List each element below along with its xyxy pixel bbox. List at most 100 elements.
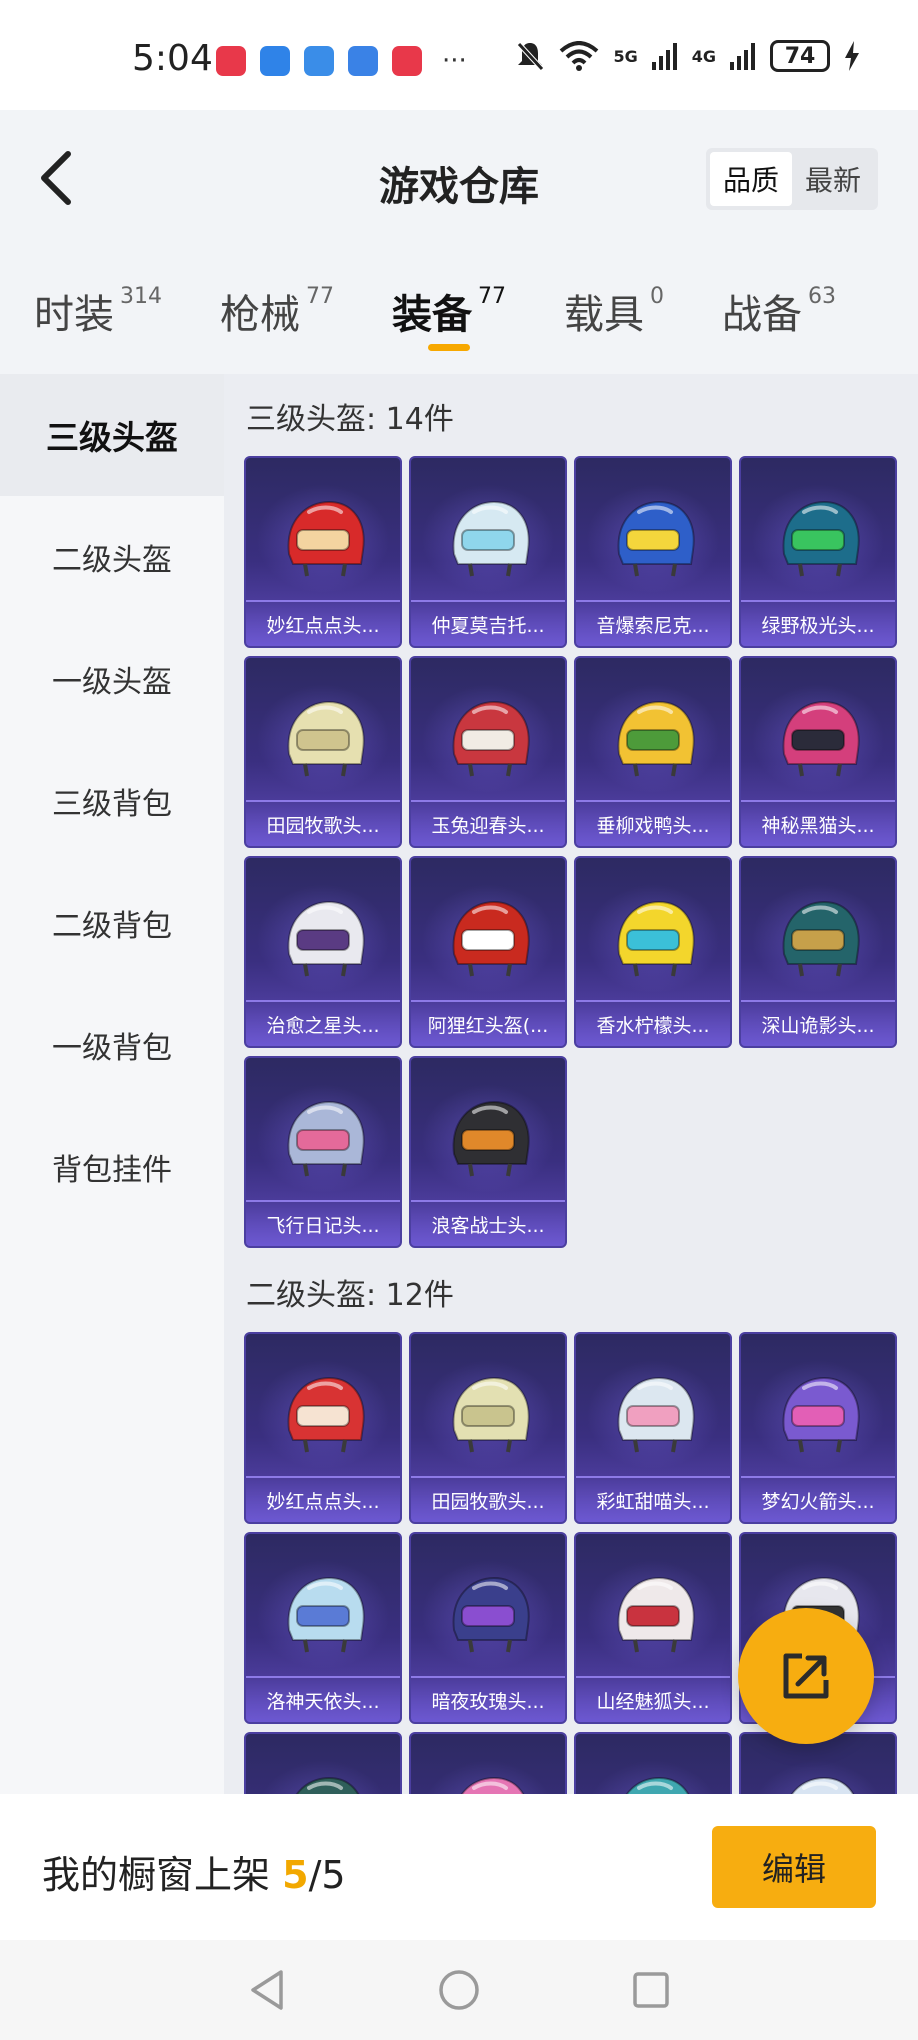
sort-option-quality[interactable]: 品质: [710, 152, 792, 206]
helmet-icon: [287, 700, 365, 777]
helmet-item-card[interactable]: 飞行日记头...: [244, 1056, 402, 1248]
signal-icon: [730, 43, 755, 70]
item-name: 绿野极光头...: [741, 600, 895, 646]
tab-vehicles[interactable]: 载具 0: [564, 258, 664, 340]
helmet-icon: [452, 700, 530, 777]
item-name: 妙红点点头...: [246, 1476, 400, 1522]
item-name: 仲夏莫吉托...: [411, 600, 565, 646]
helmet-item-card[interactable]: [244, 1732, 402, 1794]
charging-icon: [845, 41, 859, 71]
active-tab-indicator: [428, 344, 470, 351]
browser-app-icon: [348, 46, 378, 76]
item-name: 音爆索尼克...: [576, 600, 730, 646]
item-name: 妙红点点头...: [246, 600, 400, 646]
item-grid-area: 三级头盔: 14件 二级头盔: 12件 妙红点点头... 仲夏莫吉托... 音爆索尼…: [224, 374, 918, 1794]
helmet-item-card[interactable]: 田园牧歌头...: [244, 656, 402, 848]
item-name: 治愈之星头...: [246, 1000, 400, 1046]
huawei-app-icon: [216, 46, 246, 76]
sidebar-item-level2-helmet[interactable]: 二级头盔: [0, 496, 224, 618]
helmet-item-card[interactable]: 治愈之星头...: [244, 856, 402, 1048]
item-name: 阿狸红头盔(...: [411, 1000, 565, 1046]
sort-option-newest[interactable]: 最新: [792, 152, 874, 206]
helmet-item-card[interactable]: 彩虹甜喵头...: [574, 1332, 732, 1524]
item-name: 神秘黑猫头...: [741, 800, 895, 846]
helmet-item-card[interactable]: 垂柳戏鸭头...: [574, 656, 732, 848]
showcase-separator: /: [308, 1853, 322, 1897]
helmet-item-card[interactable]: 田园牧歌头...: [409, 1332, 567, 1524]
share-fab-button[interactable]: [738, 1608, 874, 1744]
helmet-item-card[interactable]: 香水柠檬头...: [574, 856, 732, 1048]
helmet-icon: [790, 1776, 855, 1794]
item-name: 洛神天依头...: [246, 1676, 400, 1722]
helmet-item-card[interactable]: 深山诡影头...: [739, 856, 897, 1048]
sidebar-item-level3-helmet[interactable]: 三级头盔: [0, 374, 224, 496]
status-app-icons: ···: [216, 46, 467, 76]
helmet-item-card[interactable]: 神秘黑猫头...: [739, 656, 897, 848]
battery-indicator: 74: [770, 40, 830, 72]
helmet-item-card[interactable]: 妙红点点头...: [244, 1332, 402, 1524]
helmet-item-card[interactable]: [574, 1732, 732, 1794]
tab-supplies[interactable]: 战备 63: [722, 258, 836, 340]
subcategory-sidebar: 三级头盔 二级头盔 一级头盔 三级背包 二级背包 一级背包 背包挂件: [0, 374, 224, 1794]
helmet-item-card[interactable]: 阿狸红头盔(...: [409, 856, 567, 1048]
tab-label: 枪械: [220, 292, 300, 338]
item-name: 山经魅狐头...: [576, 1676, 730, 1722]
sidebar-item-level1-backpack[interactable]: 一级背包: [0, 984, 224, 1106]
showcase-bar: 我的橱窗上架 5/5 编辑: [0, 1794, 918, 1940]
tab-label: 载具: [564, 292, 644, 338]
showcase-status: 我的橱窗上架 5/5: [42, 1844, 346, 1899]
helmet-item-card[interactable]: 玉兔迎春头...: [409, 656, 567, 848]
helmet-item-card[interactable]: [409, 1732, 567, 1794]
helmet-icon: [287, 900, 365, 977]
helmet-icon: [617, 1576, 695, 1653]
sort-toggle: 品质 最新: [706, 148, 878, 210]
helmet-item-card[interactable]: 暗夜玫瑰头...: [409, 1532, 567, 1724]
tab-label: 时装: [34, 292, 114, 338]
system-nav-bar: [0, 1940, 918, 2040]
page-header: 游戏仓库 品质 最新: [0, 110, 918, 250]
section-title: 二级头盔: 12件: [246, 1278, 454, 1313]
helmet-icon: [617, 700, 695, 777]
tab-equipment[interactable]: 装备 77: [392, 258, 506, 351]
item-name: 香水柠檬头...: [576, 1000, 730, 1046]
tab-fashion[interactable]: 时装 314: [34, 258, 162, 340]
sidebar-item-backpack-charm[interactable]: 背包挂件: [0, 1106, 224, 1228]
helmet-icon: [295, 1776, 360, 1794]
item-name: 田园牧歌头...: [246, 800, 400, 846]
nav-back-icon[interactable]: [247, 1968, 287, 2012]
helmet-icon: [287, 1376, 365, 1453]
mute-icon: [517, 42, 545, 71]
helmet-icon: [782, 1376, 860, 1453]
helmet-item-card[interactable]: 绿野极光头...: [739, 456, 897, 648]
edit-button[interactable]: 编辑: [712, 1826, 876, 1908]
tab-count: 77: [478, 284, 506, 309]
tab-label: 装备: [392, 292, 472, 338]
tab-weapons[interactable]: 枪械 77: [220, 258, 334, 340]
cloud-app-icon: [304, 46, 334, 76]
helmet-item-card[interactable]: 浪客战士头...: [409, 1056, 567, 1248]
helmet-item-card[interactable]: 妙红点点头...: [244, 456, 402, 648]
helmet-icon: [617, 500, 695, 577]
helmet-icon: [287, 1576, 365, 1653]
helmet-icon: [452, 1100, 530, 1177]
showcase-label: 我的橱窗上架: [42, 1853, 271, 1897]
showcase-current-count: 5: [282, 1853, 309, 1897]
helmet-item-card[interactable]: 山经魅狐头...: [574, 1532, 732, 1724]
helmet-icon: [452, 1576, 530, 1653]
tab-count: 77: [306, 284, 334, 309]
nav-home-icon[interactable]: [437, 1968, 481, 2012]
nav-recents-icon[interactable]: [631, 1970, 671, 2010]
helmet-icon: [782, 500, 860, 577]
helmet-item-card[interactable]: 音爆索尼克...: [574, 456, 732, 648]
helmet-icon: [782, 900, 860, 977]
helmet-item-card[interactable]: 洛神天依头...: [244, 1532, 402, 1724]
sidebar-item-level1-helmet[interactable]: 一级头盔: [0, 618, 224, 740]
helmet-item-card[interactable]: 梦幻火箭头...: [739, 1332, 897, 1524]
helmet-icon: [287, 1100, 365, 1177]
status-time: 5:04: [132, 38, 213, 79]
item-name: 暗夜玫瑰头...: [411, 1676, 565, 1722]
sidebar-item-level2-backpack[interactable]: 二级背包: [0, 862, 224, 984]
external-link-icon: [783, 1653, 829, 1699]
sidebar-item-level3-backpack[interactable]: 三级背包: [0, 740, 224, 862]
helmet-item-card[interactable]: 仲夏莫吉托...: [409, 456, 567, 648]
